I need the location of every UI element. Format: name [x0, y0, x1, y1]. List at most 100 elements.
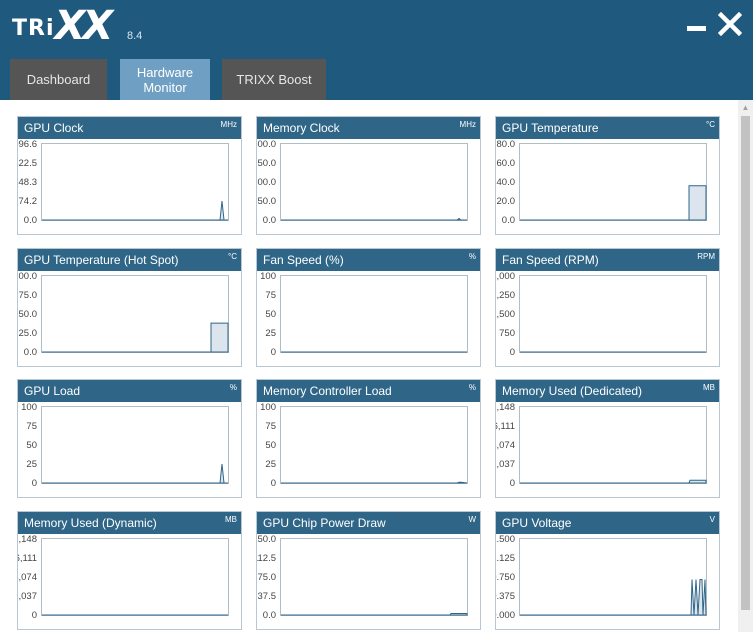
- y-tick-label: 75.0: [258, 572, 277, 583]
- plot-area: [280, 143, 468, 221]
- y-tick-label: 0: [510, 478, 515, 489]
- y-tick-label: 0: [32, 610, 37, 621]
- monitor-title: Memory Used (Dedicated): [502, 384, 643, 398]
- monitor-panel-fan-speed: Fan Speed (%)% 100 75 50 25 0: [256, 248, 481, 367]
- y-tick-label: 0.000: [496, 610, 515, 621]
- monitor-graph: 100.0 75.0 50.0 25.0 0.0: [18, 271, 229, 358]
- y-tick-label: 112.5: [257, 553, 276, 564]
- y-tick-label: 75: [265, 290, 276, 301]
- vertical-scrollbar[interactable]: ▲: [738, 100, 753, 632]
- monitor-title: Memory Clock: [263, 121, 340, 135]
- y-tick-label: 0.0: [263, 215, 276, 226]
- plot-area: [41, 143, 229, 221]
- y-tick-label: 25: [265, 328, 276, 339]
- app-header: TRi XX 8.4 Dashboard Hardware Monitor TRI…: [0, 0, 753, 100]
- y-tick-label: 50: [265, 309, 276, 320]
- y-tick-label: 50: [26, 440, 37, 451]
- trixx-logo: TRi XX: [12, 3, 113, 49]
- y-tick-label: 1,950.0: [257, 158, 276, 169]
- plot-area: [280, 538, 468, 616]
- y-tick-label: 80.0: [497, 139, 516, 150]
- version-label: 8.4: [127, 30, 143, 42]
- monitor-graph: 100 75 50 25 0: [21, 402, 229, 489]
- y-tick-label: 75: [265, 421, 276, 432]
- y-tick-label: 1,548.3: [18, 177, 37, 188]
- y-tick-label: 40.0: [497, 177, 516, 188]
- y-tick-label: 1.500: [496, 534, 515, 545]
- tab-hardware-monitor[interactable]: Hardware Monitor: [120, 59, 210, 100]
- y-tick-label: 0.0: [24, 215, 37, 226]
- monitor-panel-gpu-voltage: GPU Voltage V 1.500 1.125 0.750 0.375 0.000: [495, 511, 720, 630]
- scroll-thumb[interactable]: [741, 116, 750, 610]
- y-tick-label: 37.5: [258, 591, 277, 602]
- y-tick-label: 0: [32, 478, 37, 489]
- minimize-icon[interactable]: [687, 26, 706, 31]
- monitor-unit: %: [229, 383, 237, 392]
- y-tick-label: 20.0: [497, 196, 516, 207]
- y-tick-label: 50: [265, 440, 276, 451]
- tab-trixx-boost[interactable]: TRIXX Boost: [222, 59, 326, 100]
- y-tick-label: 2,600.0: [257, 139, 276, 150]
- monitor-unit: °C: [228, 252, 237, 261]
- monitor-header: Memory Used (Dedicated) MB: [496, 380, 719, 402]
- monitor-panel-memory-clock: Memory Clock MHz 2,600.0 1,950.0 1,300.0 650.…: [256, 116, 481, 235]
- plot-area: [280, 406, 468, 484]
- monitor-graph: 1.500 1.125 0.750 0.375 0.000: [496, 534, 707, 621]
- monitor-panel-gpu-temperature: GPU Temperature °C 80.0 60.0 40.0 20.0 0.0: [495, 116, 720, 235]
- monitor-unit: °C: [706, 120, 715, 129]
- monitor-title: GPU Temperature (Hot Spot): [24, 253, 179, 267]
- y-tick-label: 1,500: [496, 309, 515, 320]
- y-tick-label: 0.750: [496, 572, 515, 583]
- monitor-title: GPU Load: [24, 384, 81, 398]
- monitor-panel-memory-used-dedicated: Memory Used (Dedicated) MB 8,148 6,111 4,074…: [495, 379, 720, 498]
- close-icon[interactable]: [718, 12, 742, 36]
- y-tick-label: 75: [26, 421, 37, 432]
- y-tick-label: 3,096.6: [18, 139, 37, 150]
- monitor-title: Fan Speed (RPM): [502, 253, 599, 267]
- plot-area: [41, 538, 229, 616]
- monitor-panel-gpu-load: GPU Load% 100 75 50 25 0: [17, 379, 242, 498]
- plot-area: [519, 275, 707, 353]
- monitor-title: GPU Chip Power Draw: [263, 516, 386, 530]
- monitor-unit: RPM: [697, 252, 715, 261]
- plot-area: [41, 406, 229, 484]
- scroll-up-icon[interactable]: ▲: [738, 100, 753, 115]
- monitor-unit: MHz: [220, 120, 237, 129]
- y-tick-label: 0: [271, 478, 276, 489]
- monitor-title: GPU Clock: [24, 121, 84, 135]
- plot-area: [41, 275, 229, 353]
- y-tick-label: 75.0: [19, 290, 38, 301]
- y-tick-label: 2,037: [18, 591, 37, 602]
- y-tick-label: 25: [265, 459, 276, 470]
- y-tick-label: 0.0: [263, 610, 276, 621]
- monitor-title: GPU Voltage: [502, 516, 572, 530]
- monitor-header: Fan Speed (%)%: [257, 249, 480, 271]
- monitor-panel-gpu-chip-power-draw: GPU Chip Power Draw W 150.0 112.5 75.0 37.5 0.…: [256, 511, 481, 630]
- y-tick-label: 650.0: [257, 196, 276, 207]
- monitor-header: GPU Voltage V: [496, 512, 719, 534]
- monitor-panel-gpu-clock: GPU Clock MHz 3,096.6 2,322.5 1,548.3 774.2 0.…: [17, 116, 242, 235]
- monitor-graph: 2,600.0 1,950.0 1,300.0 650.0 0.0: [257, 139, 468, 226]
- y-tick-label: 4,074: [496, 440, 515, 451]
- monitor-unit: MB: [703, 383, 715, 392]
- monitor-graph: 150.0 112.5 75.0 37.5 0.0: [257, 534, 468, 621]
- monitor-header: Fan Speed (RPM) RPM: [496, 249, 719, 271]
- y-tick-label: 100.0: [18, 271, 37, 282]
- monitor-title: Memory Used (Dynamic): [24, 516, 157, 530]
- y-tick-label: 8,148: [496, 402, 515, 413]
- y-tick-label: 4,074: [18, 572, 37, 583]
- hardware-monitor-content: GPU Clock MHz 3,096.6 2,322.5 1,548.3 774.2 0.…: [0, 100, 753, 632]
- plot-area: [280, 275, 468, 353]
- y-tick-label: 100: [21, 402, 37, 413]
- monitor-graph: 100 75 50 25 0: [260, 402, 468, 489]
- monitor-header: Memory Clock MHz: [257, 117, 480, 139]
- monitor-title: Memory Controller Load: [263, 384, 392, 398]
- tab-dashboard[interactable]: Dashboard: [10, 59, 107, 100]
- y-tick-label: 100: [260, 271, 276, 282]
- y-tick-label: 60.0: [497, 158, 516, 169]
- monitor-unit: %: [468, 252, 476, 261]
- monitor-unit: MHz: [459, 120, 476, 129]
- y-tick-label: 2,250: [496, 290, 515, 301]
- monitor-header: GPU Clock MHz: [18, 117, 241, 139]
- monitor-graph: 3,000 2,250 1,500 750 0: [496, 271, 707, 358]
